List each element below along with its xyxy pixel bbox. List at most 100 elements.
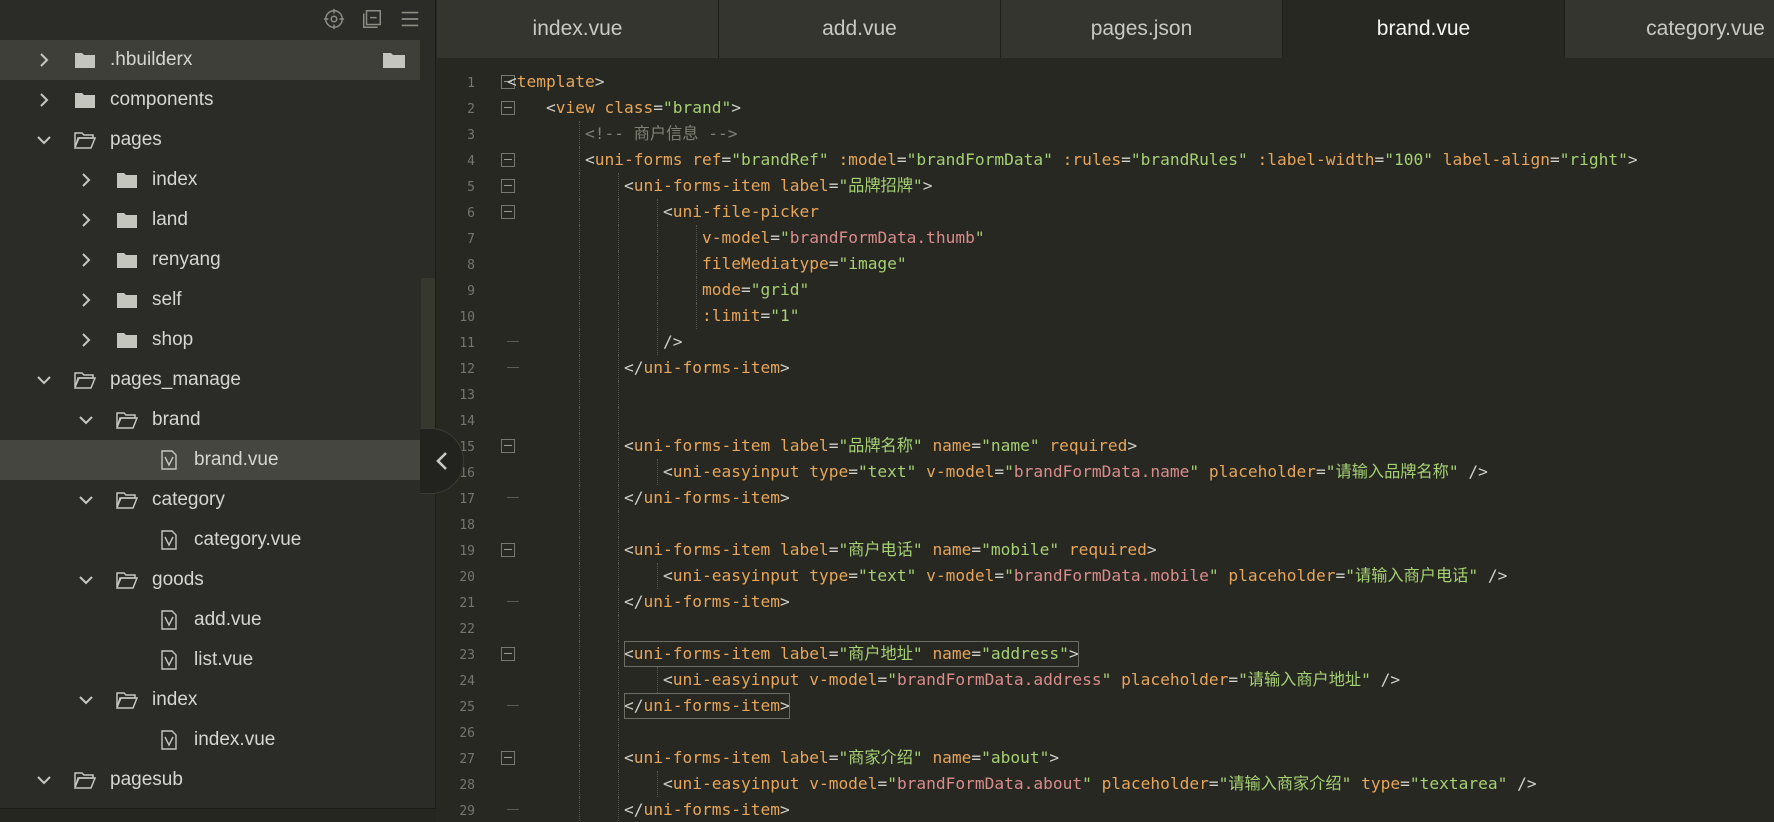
token: = [1228,670,1239,689]
token: < [624,644,634,663]
code-line[interactable] [527,511,1774,537]
code-line[interactable]: <uni-easyinput v-model="brandFormData.ad… [527,667,1774,693]
chevron-down-icon[interactable] [76,490,96,510]
tree-folder[interactable]: land [0,200,420,240]
tree-folder[interactable]: goods [0,560,420,600]
code-line[interactable]: /> [527,329,1774,355]
code-line[interactable]: <uni-forms-item label="商家介绍" name="about… [527,745,1774,771]
line-number: 29 [459,804,475,819]
tree-folder[interactable]: pages [0,120,420,160]
code-line[interactable]: <uni-easyinput type="text" v-model="bran… [527,459,1774,485]
code-line[interactable]: <uni-file-picker [527,199,1774,225]
target-icon[interactable] [322,7,346,31]
gutter-line: 18 [437,511,517,537]
code-line[interactable] [527,615,1774,641]
code-line[interactable] [527,381,1774,407]
chevron-right-icon[interactable] [76,290,96,310]
tab-category-vue[interactable]: category.vue [1565,0,1774,58]
tree-file[interactable]: list.vue [0,640,420,680]
sidebar-scrollbar[interactable] [421,278,435,448]
token: "请输入商家介绍" [1218,774,1352,793]
code-line[interactable]: <uni-forms-item label="商户电话" name="mobil… [527,537,1774,563]
fold-toggle-icon[interactable] [501,439,515,453]
chevron-right-icon[interactable] [76,210,96,230]
fold-toggle-icon[interactable] [501,543,515,557]
indent-guide [579,147,580,173]
chevron-down-icon[interactable] [76,690,96,710]
chevron-down-icon[interactable] [76,570,96,590]
token: " [887,774,897,793]
fold-toggle-icon[interactable] [501,153,515,167]
chevron-right-icon[interactable] [34,50,54,70]
chevron-right-icon[interactable] [76,330,96,350]
code-line[interactable]: <uni-easyinput v-model="brandFormData.ab… [527,771,1774,797]
tree-item-label: brand.vue [194,449,279,470]
tree-folder[interactable]: pages_manage [0,360,420,400]
tree-folder[interactable]: self [0,280,420,320]
code-line[interactable]: </uni-forms-item> [527,589,1774,615]
tree-file[interactable]: index.vue [0,720,420,760]
code-line[interactable]: :limit="1" [527,303,1774,329]
chevron-down-icon[interactable] [34,770,54,790]
fold-toggle-icon[interactable] [501,101,515,115]
fold-toggle-icon[interactable] [501,751,515,765]
code-line[interactable]: </uni-forms-item> [527,485,1774,511]
code-line[interactable]: v-model="brandFormData.thumb" [527,225,1774,251]
tab-brand-vue[interactable]: brand.vue [1283,0,1565,58]
tab-add-vue[interactable]: add.vue [719,0,1001,58]
tree-folder[interactable]: category [0,480,420,520]
chevron-right-icon[interactable] [76,250,96,270]
chevron-right-icon[interactable] [76,170,96,190]
menu-icon[interactable] [398,7,422,31]
tab-pages-json[interactable]: pages.json [1001,0,1283,58]
fold-toggle-icon[interactable] [501,647,515,661]
token: = [971,436,982,455]
tree-folder[interactable]: brand [0,400,420,440]
token: uni-forms-item [643,800,780,819]
tree-folder[interactable]: renyang [0,240,420,280]
code-line[interactable]: mode="grid" [527,277,1774,303]
collapse-all-icon[interactable] [360,7,384,31]
editor-tabs: index.vue add.vue pages.json brand.vue categ… [437,0,1774,58]
open-folder-icon[interactable] [382,50,406,70]
tree-folder[interactable]: index [0,680,420,720]
code-line[interactable]: </uni-forms-item> [527,355,1774,381]
code-line[interactable]: <view class="brand"> [527,95,1774,121]
code-line[interactable]: <uni-forms-item label="品牌招牌"> [527,173,1774,199]
tree-folder[interactable]: components [0,80,420,120]
fold-toggle-icon[interactable] [501,205,515,219]
tree-folder[interactable]: .hbuilderx [0,40,420,80]
code-area[interactable]: <template> <view class="brand"> <!-- 商户信息 … [507,69,1774,822]
token: < [507,72,517,91]
code-line[interactable]: <uni-forms-item label="商户地址" name="addre… [527,641,1774,667]
code-line[interactable] [527,719,1774,745]
chevron-down-icon[interactable] [76,410,96,430]
code-line[interactable]: fileMediatype="image" [527,251,1774,277]
tree-file[interactable]: add.vue [0,600,420,640]
chevron-down-icon[interactable] [34,130,54,150]
code-line[interactable]: <uni-forms-item label="品牌名称" name="name"… [527,433,1774,459]
code-line[interactable] [527,407,1774,433]
tab-index-vue[interactable]: index.vue [437,0,719,58]
chevron-right-icon[interactable] [34,90,54,110]
tree-file[interactable]: category.vue [0,520,420,560]
token: > [779,696,790,715]
token: "请输入商户电话" [1345,566,1479,585]
code-line[interactable]: <uni-easyinput type="text" v-model="bran… [527,563,1774,589]
code-line[interactable]: </uni-forms-item> [527,797,1774,822]
code-line[interactable]: <uni-forms ref="brandRef" :model="brandF… [527,147,1774,173]
code-line[interactable]: <template> [507,69,1774,95]
folder-open-icon [116,690,138,710]
chevron-down-icon[interactable] [34,370,54,390]
code-editor[interactable]: 1 2 3 4 5 6 7 8 9 10 11 12 13 14 15 16 17 18 19 20 21 22 23 24 2… [437,59,1774,822]
tree-folder[interactable]: index [0,160,420,200]
code-line[interactable]: </uni-forms-item> [527,693,1774,719]
fold-toggle-icon[interactable] [501,179,515,193]
token: v-model [809,774,878,793]
tree-folder[interactable]: shop [0,320,420,360]
tree-folder[interactable]: pagesub [0,760,420,800]
indent-guide [618,355,619,381]
code-line[interactable]: <!-- 商户信息 --> [527,121,1774,147]
tree-file[interactable]: brand.vue [0,440,420,480]
